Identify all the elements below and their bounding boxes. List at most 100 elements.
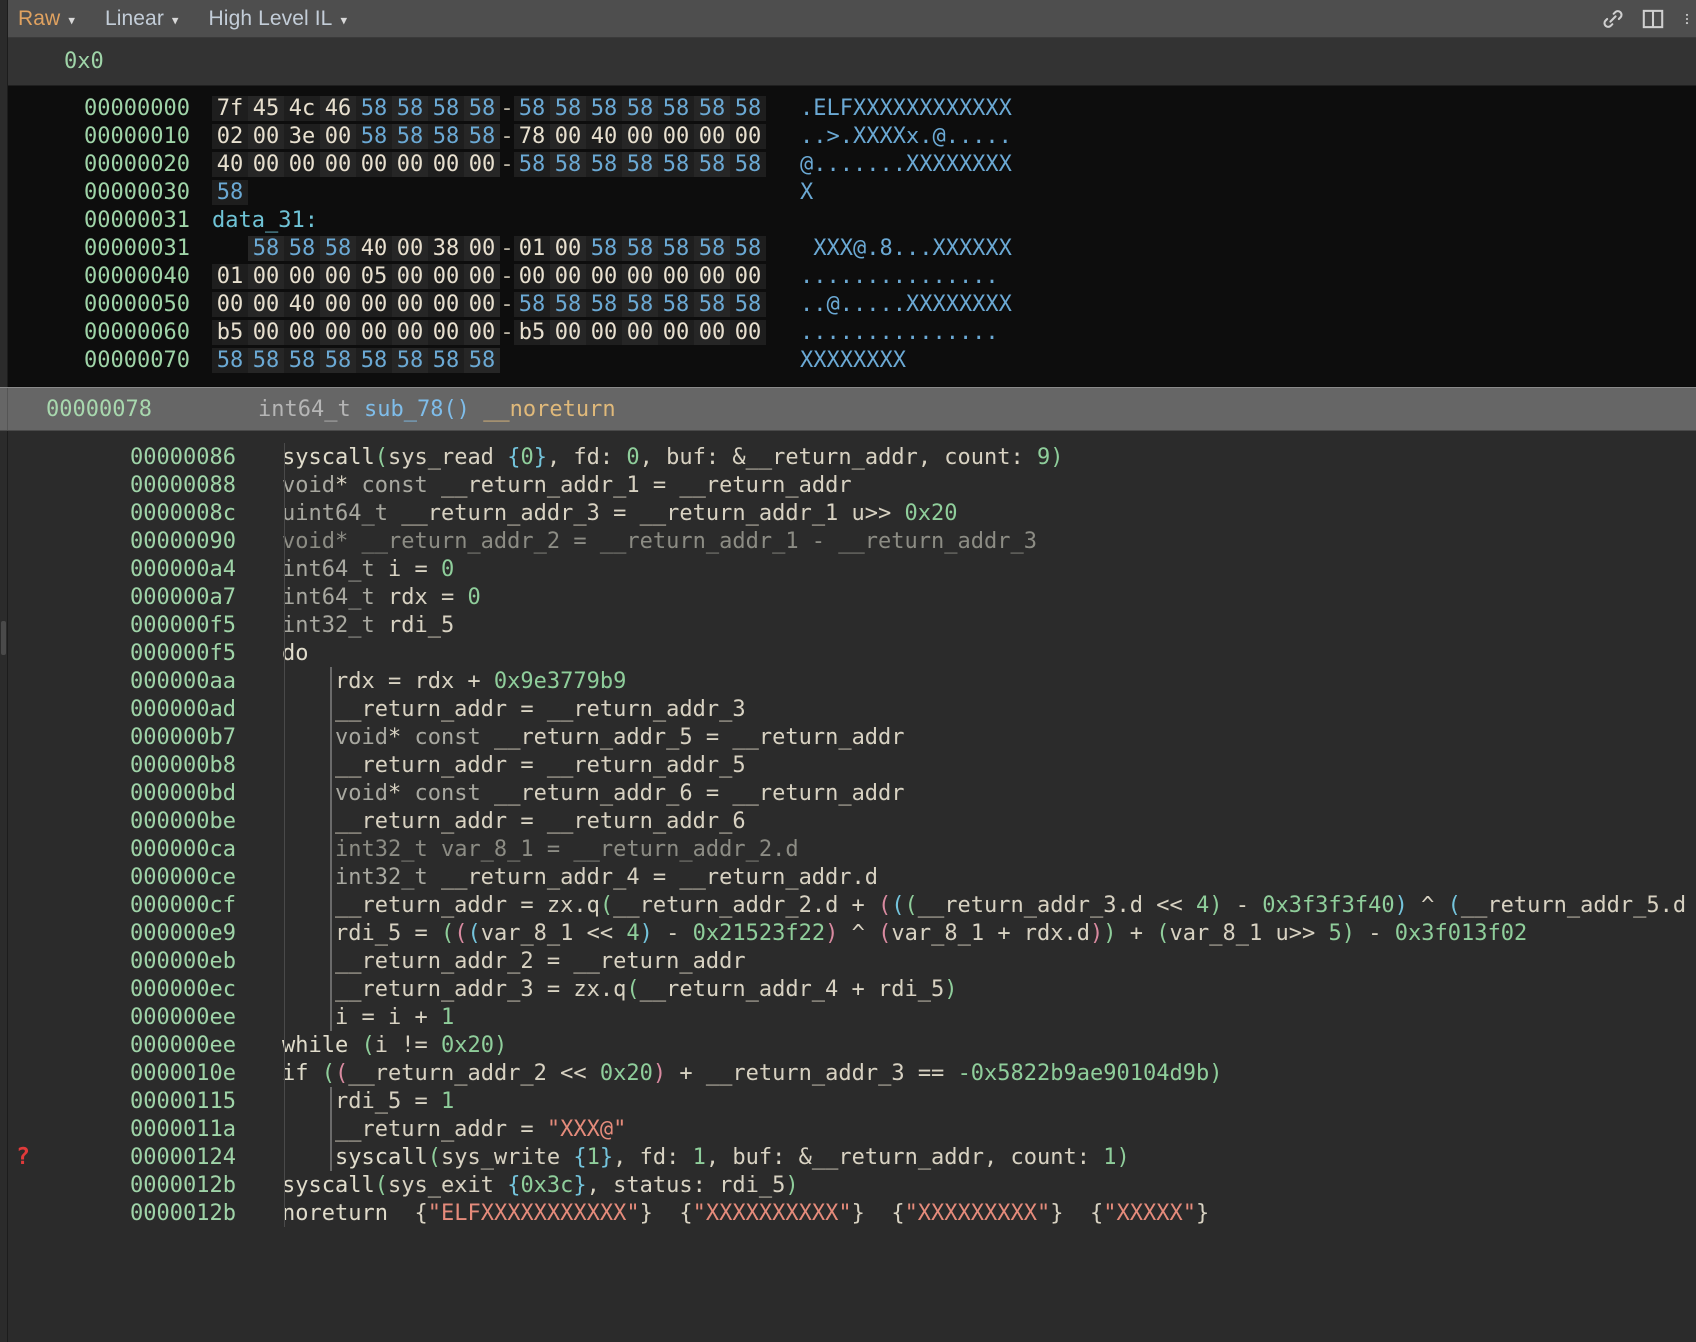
hex-byte[interactable]: 58 <box>586 235 622 261</box>
hex-byte[interactable]: 58 <box>464 123 500 149</box>
hex-byte[interactable]: 7f <box>212 95 248 121</box>
code-row[interactable]: 000000e9 rdi_5 = (((var_8_1 << 4) - 0x21… <box>0 919 1696 947</box>
hex-ascii[interactable]: ..>.XXXXx.@..... <box>800 124 1012 149</box>
hex-byte[interactable]: 00 <box>464 263 500 289</box>
hex-byte[interactable]: 00 <box>320 123 356 149</box>
hex-row[interactable]: 00000031 data_31: <box>0 206 1696 234</box>
hex-byte[interactable]: 58 <box>320 347 356 373</box>
hex-byte[interactable]: - <box>500 264 514 289</box>
hex-byte[interactable]: 00 <box>284 263 320 289</box>
hex-byte[interactable]: 58 <box>212 179 248 205</box>
hex-ascii[interactable]: XXX@.8...XXXXXX <box>800 236 1012 261</box>
hex-row[interactable]: 00000060 b5 00 00 00 00 00 00 00- b5 00 00 00 00 00 00.… <box>0 318 1696 346</box>
hex-byte[interactable]: 58 <box>428 95 464 121</box>
hex-bytes[interactable]: 58 58 58 58 58 58 58 58 <box>190 347 800 373</box>
code-row[interactable]: 0000012b noreturn {"ELFXXXXXXXXXXX"} {"XX… <box>0 1199 1696 1227</box>
hex-byte[interactable]: 38 <box>428 235 464 261</box>
hex-byte[interactable]: 00 <box>464 319 500 345</box>
hex-byte[interactable]: 00 <box>248 319 284 345</box>
hex-row[interactable]: 00000070 58 58 58 58 58 58 58 58 XXXXXXXX <box>0 346 1696 374</box>
hex-byte[interactable]: .. <box>212 236 248 261</box>
hex-byte[interactable]: 00 <box>550 263 586 289</box>
hex-byte[interactable]: 58 <box>730 95 766 121</box>
code-row[interactable]: 000000f5 do <box>0 639 1696 667</box>
hex-byte[interactable]: 58 <box>622 291 658 317</box>
hex-bytes[interactable]: 7f 45 4c 46 58 58 58 58-58 58 58 58 58 58 58 <box>190 95 800 121</box>
hex-byte[interactable]: 58 <box>730 235 766 261</box>
hex-byte[interactable]: 00 <box>464 235 500 261</box>
code-row[interactable]: 000000ec __return_addr_3 = zx.q(__return… <box>0 975 1696 1003</box>
hex-byte[interactable]: 00 <box>694 319 730 345</box>
hex-ascii[interactable]: ............... <box>800 264 999 289</box>
selected-function-header[interactable]: 00000078 int64_t sub_78() __noreturn <box>0 387 1696 431</box>
code-row[interactable]: 000000a7 int64_t rdx = 0 <box>0 583 1696 611</box>
hex-byte[interactable]: 00 <box>550 123 586 149</box>
code-row[interactable]: 0000012b syscall(sys_exit {0x3c}, status:… <box>0 1171 1696 1199</box>
hex-byte[interactable]: 58 <box>356 347 392 373</box>
code-row[interactable]: 000000ee while (i != 0x20) <box>0 1031 1696 1059</box>
hex-byte[interactable]: 00 <box>464 151 500 177</box>
code-row[interactable]: 000000cf __return_addr = zx.q(__return_a… <box>0 891 1696 919</box>
hex-bytes[interactable]: 58 <box>190 179 800 205</box>
hex-byte[interactable]: 00 <box>248 263 284 289</box>
hex-row[interactable]: 00000040 01 00 00 00 05 00 00 00-00 00 00 00 00 00 00.… <box>0 262 1696 290</box>
code-row[interactable]: 00000090 void* __return_addr_2 = __return… <box>0 527 1696 555</box>
hex-byte[interactable]: 00 <box>356 291 392 317</box>
hex-bytes[interactable]: b5 00 00 00 00 00 00 00- b5 00 00 00 00 00 00 <box>190 319 800 345</box>
hex-bytes[interactable]: 01 00 00 00 05 00 00 00-00 00 00 00 00 00 00 <box>190 263 800 289</box>
view-mode-linear[interactable]: Linear ▼ <box>105 7 179 31</box>
hex-byte[interactable]: 00 <box>658 263 694 289</box>
hex-byte[interactable]: 00 <box>356 319 392 345</box>
code-row[interactable]: 000000be __return_addr = __return_addr_6 <box>0 807 1696 835</box>
hex-byte[interactable]: 58 <box>730 151 766 177</box>
hex-ascii[interactable]: ..@.....XXXXXXXX <box>800 292 1012 317</box>
hex-byte[interactable]: 00 <box>248 123 284 149</box>
hex-byte[interactable]: 58 <box>356 123 392 149</box>
hex-byte[interactable]: 00 <box>658 123 694 149</box>
hex-byte[interactable]: 58 <box>622 151 658 177</box>
hex-byte[interactable]: 40 <box>356 235 392 261</box>
more-options-icon[interactable] <box>1680 6 1694 32</box>
hex-byte[interactable]: 58 <box>586 291 622 317</box>
hex-byte[interactable]: 00 <box>694 123 730 149</box>
hex-byte[interactable]: 58 <box>622 95 658 121</box>
hex-byte[interactable]: 45 <box>248 95 284 121</box>
hex-byte[interactable]: 58 <box>694 151 730 177</box>
code-row[interactable]: ? 00000124 syscall(sys_write {1}, fd: 1, … <box>0 1143 1696 1171</box>
code-row[interactable]: 00000088 void* const __return_addr_1 = __… <box>0 471 1696 499</box>
hex-byte[interactable]: 00 <box>284 151 320 177</box>
hex-byte[interactable]: 00 <box>392 235 428 261</box>
hex-byte[interactable]: 00 <box>212 291 248 317</box>
hex-byte[interactable]: 58 <box>248 235 284 261</box>
code-row[interactable]: 000000a4 int64_t i = 0 <box>0 555 1696 583</box>
hex-byte[interactable]: 00 <box>622 123 658 149</box>
hlil-code-panel[interactable]: 00000086 syscall(sys_read {0}, fd: 0, buf… <box>0 431 1696 1227</box>
code-row[interactable]: 000000ee i = i + 1 <box>0 1003 1696 1031</box>
hex-row[interactable]: 00000020 40 00 00 00 00 00 00 00-58 58 58 58 58 58 58 @… <box>0 150 1696 178</box>
hex-byte[interactable]: 00 <box>550 319 586 345</box>
hex-byte[interactable]: 00 <box>392 151 428 177</box>
hex-byte[interactable]: 58 <box>284 235 320 261</box>
hex-ascii[interactable]: @.......XXXXXXXX <box>800 152 1012 177</box>
hex-byte[interactable]: 4c <box>284 95 320 121</box>
hex-byte[interactable]: 00 <box>730 263 766 289</box>
code-row[interactable]: 00000115 rdi_5 = 1 <box>0 1087 1696 1115</box>
hex-byte[interactable]: 58 <box>464 347 500 373</box>
hex-ascii[interactable]: ............... <box>800 320 999 345</box>
hex-byte[interactable]: 00 <box>248 291 284 317</box>
hex-byte[interactable]: 58 <box>356 95 392 121</box>
hex-byte[interactable]: 00 <box>586 319 622 345</box>
hex-bytes[interactable]: 02 00 3e 00 58 58 58 58-78 00 40 00 00 00 00 <box>190 123 800 149</box>
hex-dump-panel[interactable]: 00000000 7f 45 4c 46 58 58 58 58-58 58 58 58 58 58 58.… <box>0 0 1696 1342</box>
hex-byte[interactable]: 00 <box>730 123 766 149</box>
hex-byte[interactable]: 58 <box>622 235 658 261</box>
hex-byte[interactable]: 40 <box>586 123 622 149</box>
hex-byte[interactable]: 00 <box>428 263 464 289</box>
code-row[interactable]: 000000bd void* const __return_addr_6 = _… <box>0 779 1696 807</box>
hex-byte[interactable]: 00 <box>730 319 766 345</box>
hex-byte[interactable]: 00 <box>248 151 284 177</box>
link-icon[interactable] <box>1600 6 1626 32</box>
hex-byte[interactable]: 00 <box>392 291 428 317</box>
hex-byte[interactable]: 58 <box>464 95 500 121</box>
hex-byte[interactable]: 00 <box>428 151 464 177</box>
